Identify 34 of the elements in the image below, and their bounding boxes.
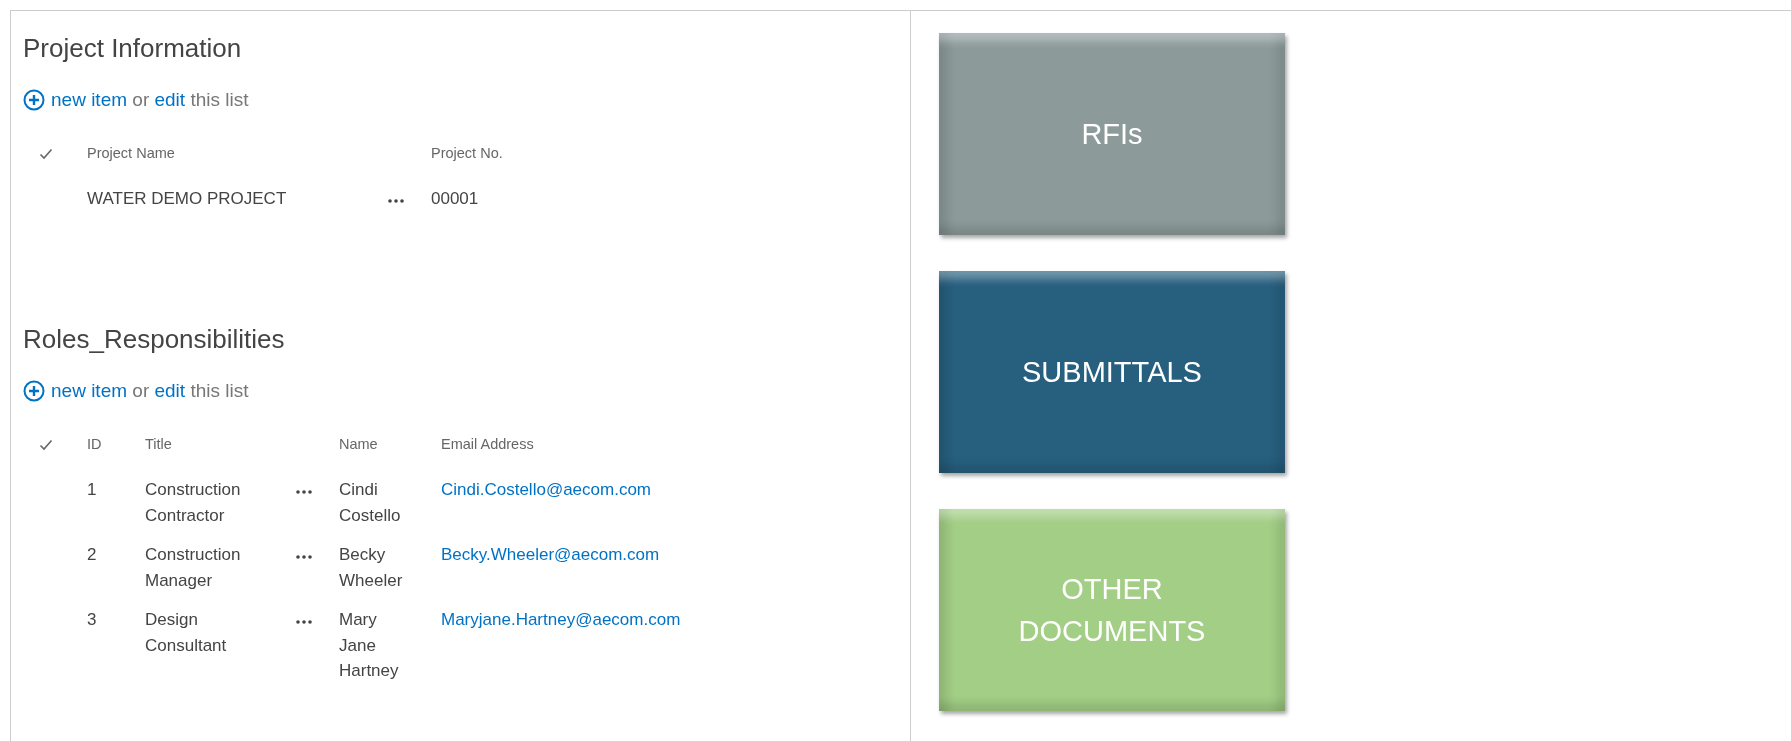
column-header: Name bbox=[338, 434, 379, 454]
email-link[interactable]: Maryjane.Hartney@aecom.com bbox=[441, 610, 681, 630]
email-link[interactable]: Becky.Wheeler@aecom.com bbox=[441, 545, 660, 565]
table-cell-text: Mary Jane Hartney bbox=[338, 609, 400, 683]
check-icon[interactable] bbox=[39, 438, 53, 451]
list-title: Project Information bbox=[23, 33, 243, 65]
tile-button[interactable]: SUBMITTALS bbox=[939, 271, 1285, 473]
table-cell-text: Cindi Costello bbox=[338, 479, 402, 527]
list-title: Roles_Responsibilities bbox=[23, 323, 286, 356]
table-cell-text: 3 bbox=[86, 609, 98, 632]
edit-link[interactable]: edit bbox=[154, 89, 186, 111]
table-cell-text: Construction Contractor bbox=[144, 479, 242, 527]
column-header: Email Address bbox=[440, 434, 535, 454]
table-cell-text: WATER DEMO PROJECT bbox=[86, 188, 288, 211]
action-text: new item or edit this list bbox=[51, 88, 249, 113]
column-header: Project No. bbox=[430, 143, 504, 163]
check-icon[interactable] bbox=[39, 147, 53, 160]
add-icon[interactable] bbox=[23, 89, 45, 112]
edit-link[interactable]: edit bbox=[154, 380, 186, 402]
column-header: Project Name bbox=[86, 143, 176, 163]
column-header: ID bbox=[86, 434, 103, 454]
table-cell-text: Design Consultant bbox=[144, 609, 228, 657]
email-link[interactable]: Cindi.Costello@aecom.com bbox=[441, 480, 651, 500]
add-icon[interactable] bbox=[23, 380, 45, 403]
table-cell-text: Becky Wheeler bbox=[338, 544, 404, 592]
table-cell-text: Construction Manager bbox=[144, 544, 242, 592]
tile-button[interactable]: RFIs bbox=[939, 33, 1285, 235]
action-text: new item or edit this list bbox=[51, 379, 249, 404]
new-item-link[interactable]: new item bbox=[51, 380, 128, 402]
table-cell-text: 1 bbox=[86, 479, 98, 502]
table-cell-text: 00001 bbox=[430, 188, 480, 211]
table-cell-text: 2 bbox=[86, 544, 98, 567]
new-item-link[interactable]: new item bbox=[51, 89, 128, 111]
column-header: Title bbox=[144, 434, 173, 454]
